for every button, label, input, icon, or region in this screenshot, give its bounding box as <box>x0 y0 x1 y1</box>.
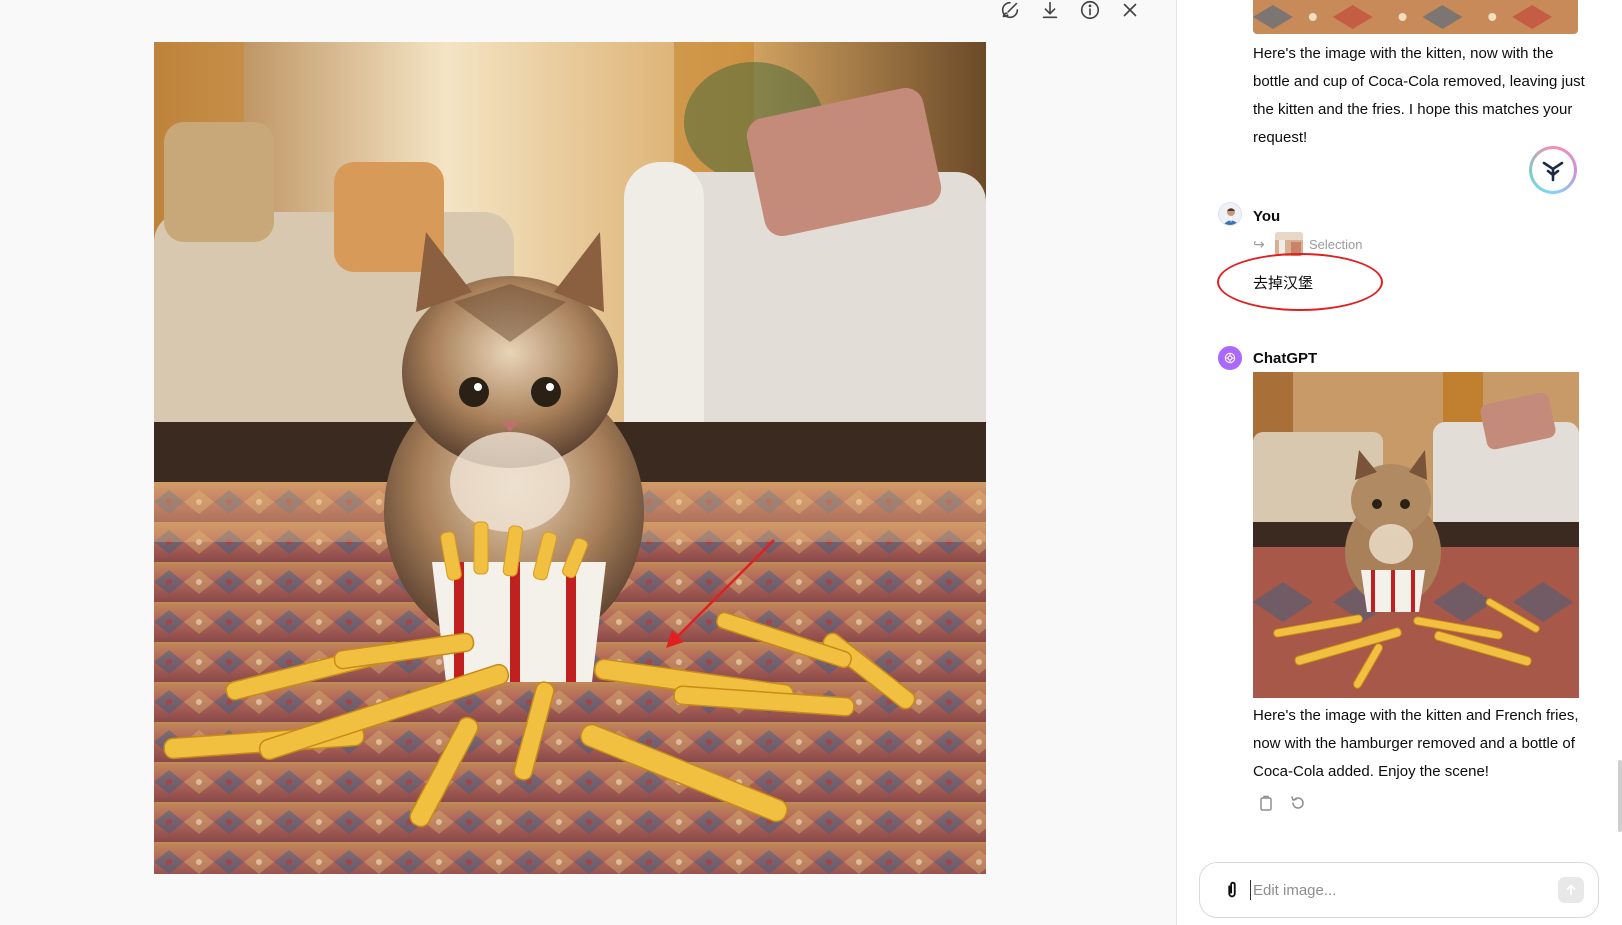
plugin-logo-icon <box>1542 161 1564 182</box>
attach-button[interactable] <box>1220 878 1244 902</box>
paperclip-icon <box>1228 881 1236 898</box>
annotation-circle <box>1217 253 1383 311</box>
previous-assistant-message: Here's the image with the kitten, now wi… <box>1253 45 1585 146</box>
download-icon <box>1042 1 1058 19</box>
assistant-message: Here's the image with the kitten and Fre… <box>1253 707 1579 780</box>
edit-image-input[interactable] <box>1250 880 1558 900</box>
previous-image-thumbnail[interactable] <box>1253 0 1578 34</box>
assistant-sender-name: ChatGPT <box>1253 350 1318 367</box>
viewer-toolbar <box>998 0 1142 22</box>
info-icon <box>1080 0 1100 20</box>
user-sender-name: You <box>1253 208 1281 225</box>
edit-composer <box>1199 862 1599 918</box>
copy-icon[interactable] <box>1257 794 1275 812</box>
generated-image[interactable] <box>154 42 986 874</box>
close-button[interactable] <box>1118 0 1142 22</box>
reply-arrow-icon: ↪ <box>1253 235 1265 252</box>
message-actions <box>1257 794 1307 812</box>
image-viewer <box>0 0 1176 925</box>
download-button[interactable] <box>1038 0 1062 22</box>
plugin-badge[interactable] <box>1529 146 1577 194</box>
close-icon <box>1123 3 1137 17</box>
brush-button[interactable] <box>998 0 1022 22</box>
brush-icon <box>1001 1 1019 19</box>
arrow-up-icon <box>1566 884 1576 896</box>
send-button[interactable] <box>1558 877 1584 903</box>
selection-label: Selection <box>1309 236 1363 252</box>
chat-panel: Here's the image with the kitten, now wi… <box>1177 0 1622 925</box>
openai-logo-icon <box>1224 352 1236 364</box>
regenerate-icon[interactable] <box>1289 794 1307 812</box>
scrollbar[interactable] <box>1618 760 1622 832</box>
info-button[interactable] <box>1078 0 1102 22</box>
result-image[interactable] <box>1253 372 1579 698</box>
chatgpt-avatar <box>1218 346 1242 370</box>
user-avatar <box>1218 202 1242 226</box>
